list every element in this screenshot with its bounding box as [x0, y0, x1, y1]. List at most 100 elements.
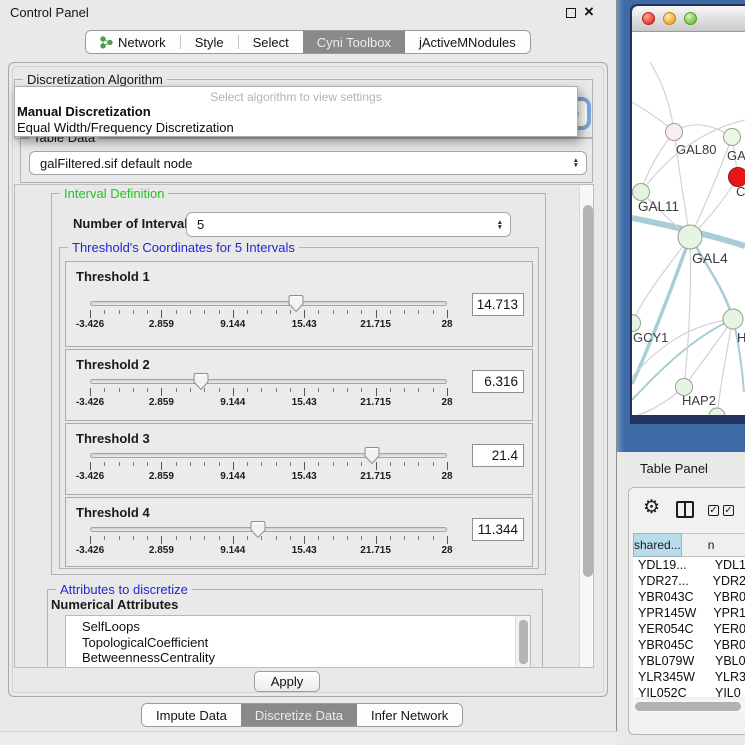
table-data-combobox[interactable]: galFiltered.sif default node ▲▼ [29, 151, 587, 175]
tick-mark [104, 310, 105, 314]
network-canvas[interactable]: GAL80GACGAL11GAL4GCY1HHAP2 [632, 32, 745, 415]
table-row[interactable]: YDR27...YDR2 [633, 573, 745, 589]
minimize-traffic-light[interactable] [663, 12, 676, 25]
attribute-list-item[interactable]: TopologicalCoefficient [66, 635, 530, 651]
network-node[interactable] [632, 315, 641, 332]
slider-handle[interactable] [250, 521, 265, 538]
cell-name[interactable]: YBR0 [709, 637, 745, 653]
table-row[interactable]: YLR345WYLR3 [633, 669, 745, 685]
tab-select[interactable]: Select [239, 31, 303, 53]
float-window-icon[interactable] [566, 8, 576, 18]
network-node[interactable] [709, 408, 725, 415]
cell-shared-name[interactable]: YBR045C [633, 637, 709, 653]
threshold-label: Threshold 2 [76, 357, 150, 372]
cell-shared-name[interactable]: YLR345W [633, 669, 711, 685]
network-window-titlebar[interactable] [632, 6, 745, 32]
zoom-traffic-light[interactable] [684, 12, 697, 25]
tick-label: 15.43 [292, 471, 317, 482]
tab-jactivemnodules[interactable]: jActiveMNodules [405, 31, 530, 53]
network-node[interactable] [633, 184, 650, 201]
cell-shared-name[interactable]: YER054C [633, 621, 709, 637]
table-row[interactable]: YPR145WYPR1 [633, 605, 745, 621]
cell-name[interactable]: YDR2 [709, 573, 745, 589]
close-traffic-light[interactable] [642, 12, 655, 25]
cell-shared-name[interactable]: YDR27... [633, 573, 709, 589]
number-of-intervals-combobox[interactable]: 5 ▲▼ [186, 212, 511, 237]
tick-mark [361, 388, 362, 392]
checkbox-icon[interactable]: ✓ [723, 505, 734, 516]
attribute-list-item[interactable]: SelfLoops [66, 619, 530, 635]
network-node[interactable] [666, 124, 683, 141]
attribute-list-item[interactable]: BetweennessCentrality [66, 650, 530, 666]
cell-name[interactable]: YBR0 [709, 589, 745, 605]
list-scrollbar-thumb[interactable] [519, 620, 528, 664]
dropdown-option-equal-width[interactable]: Equal Width/Frequency Discretization [17, 120, 234, 135]
table-row[interactable]: YBR043CYBR0 [633, 589, 745, 605]
table-row[interactable]: YBL079WYBL0 [633, 653, 745, 669]
columns-icon[interactable] [676, 501, 694, 518]
threshold-value-field[interactable]: 6.316 [472, 370, 524, 393]
tab-style[interactable]: Style [181, 31, 238, 53]
slider-scale: -3.4262.8599.14415.4321.71528 [90, 397, 447, 409]
threshold-slider[interactable]: -3.4262.8599.14415.4321.71528 [90, 301, 447, 337]
tab-impute-data[interactable]: Impute Data [142, 704, 241, 726]
slider-track[interactable] [90, 527, 447, 532]
tab-label: Network [118, 35, 166, 50]
cell-name[interactable]: YDL1 [711, 557, 745, 573]
network-node[interactable] [678, 225, 702, 249]
cell-shared-name[interactable]: YBL079W [633, 653, 711, 669]
horizontal-scrollbar-thumb[interactable] [635, 702, 741, 711]
vertical-scrollbar[interactable] [579, 185, 594, 667]
slider-track[interactable] [90, 379, 447, 384]
threshold-value-field[interactable]: 21.4 [472, 444, 524, 467]
table-row[interactable]: YER054CYER0 [633, 621, 745, 637]
gear-icon[interactable]: ⚙ [643, 496, 660, 519]
threshold-panel: Threshold 1 -3.4262.8599.14415.4321.7152… [65, 261, 533, 347]
cell-name[interactable]: YBL0 [711, 653, 745, 669]
tab-network[interactable]: Network [86, 31, 180, 53]
tick-mark [219, 536, 220, 540]
cell-name[interactable]: YER0 [709, 621, 745, 637]
apply-button[interactable]: Apply [254, 671, 320, 692]
cell-name[interactable]: YLR3 [711, 669, 745, 685]
dropdown-option-manual[interactable]: Manual Discretization [17, 104, 151, 119]
slider-handle[interactable] [289, 295, 304, 312]
threshold-slider[interactable]: -3.4262.8599.14415.4321.71528 [90, 527, 447, 563]
list-scrollbar[interactable] [515, 616, 530, 667]
close-icon[interactable]: × [584, 2, 594, 22]
cell-shared-name[interactable]: YIL052C [633, 685, 711, 697]
cell-shared-name[interactable]: YPR145W [633, 605, 709, 621]
table-row[interactable]: YBR045CYBR0 [633, 637, 745, 653]
node-label: GAL4 [692, 250, 728, 266]
horizontal-scrollbar[interactable] [633, 700, 745, 713]
slider-handle[interactable] [365, 447, 380, 464]
slider-track[interactable] [90, 301, 447, 306]
cell-name[interactable]: YPR1 [709, 605, 745, 621]
table-row[interactable]: YDL19...YDL1 [633, 557, 745, 573]
column-header-name[interactable]: n [682, 533, 745, 557]
threshold-value-field[interactable]: 14.713 [472, 293, 524, 316]
tick-mark [119, 536, 120, 540]
network-node[interactable] [724, 129, 741, 146]
cell-name[interactable]: YIL0 [711, 685, 741, 697]
network-nodes[interactable]: GAL80GACGAL11GAL4GCY1HHAP2 [632, 124, 745, 416]
slider-track[interactable] [90, 453, 447, 458]
tick-mark [104, 462, 105, 466]
threshold-slider[interactable]: -3.4262.8599.14415.4321.71528 [90, 379, 447, 415]
tab-discretize-data[interactable]: Discretize Data [241, 704, 357, 726]
network-node[interactable] [723, 309, 743, 329]
cell-shared-name[interactable]: YBR043C [633, 589, 709, 605]
table-row[interactable]: YIL052CYIL0 [633, 685, 745, 697]
tab-cyni-toolbox[interactable]: Cyni Toolbox [303, 31, 405, 53]
vertical-scrollbar-thumb[interactable] [583, 205, 593, 577]
tab-infer-network[interactable]: Infer Network [357, 704, 462, 726]
slider-handle[interactable] [193, 373, 208, 390]
table-body[interactable]: YDL19...YDL1YDR27...YDR2YBR043CYBR0YPR14… [633, 557, 745, 697]
threshold-value-field[interactable]: 11.344 [472, 518, 524, 541]
tab-label: jActiveMNodules [419, 35, 516, 50]
cell-shared-name[interactable]: YDL19... [633, 557, 711, 573]
numerical-attributes-list[interactable]: SelfLoopsTopologicalCoefficientBetweenne… [65, 615, 531, 668]
column-header-shared[interactable]: shared... [633, 533, 682, 557]
checkbox-icon[interactable]: ✓ [708, 505, 719, 516]
threshold-slider[interactable]: -3.4262.8599.14415.4321.71528 [90, 453, 447, 489]
